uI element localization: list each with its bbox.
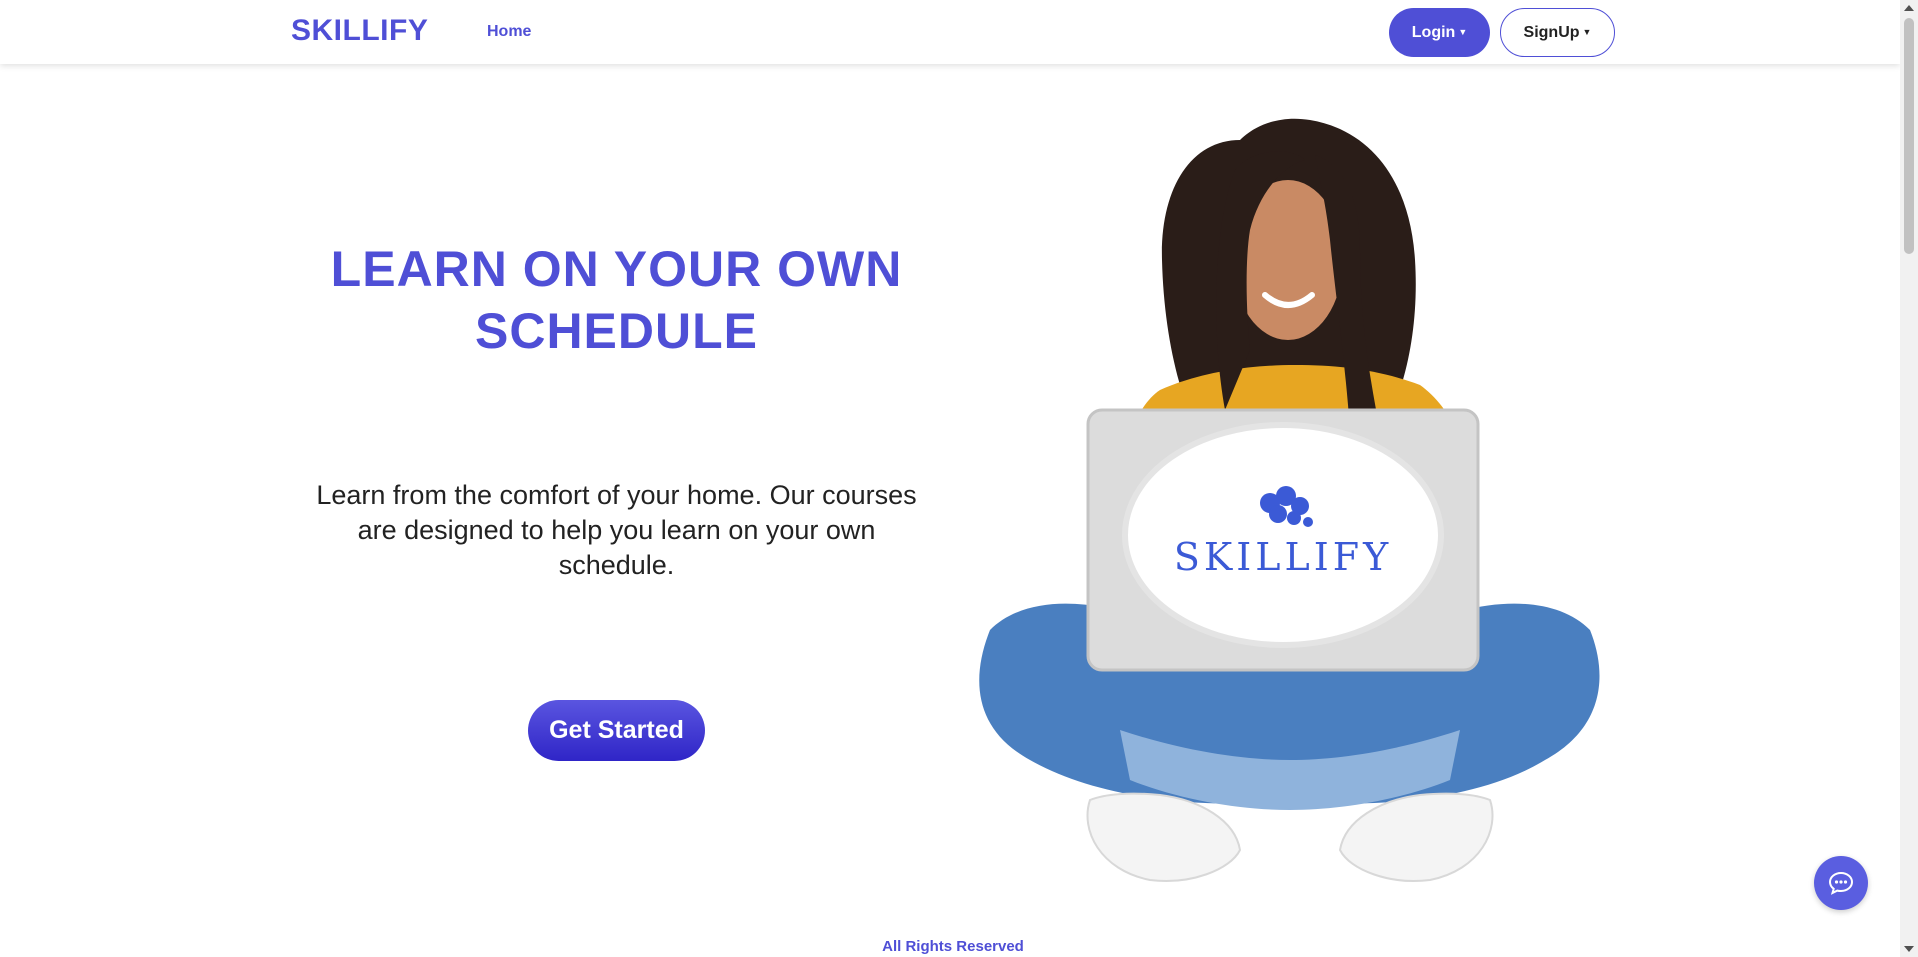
laptop-logo-text: SKILLIFY [1174, 535, 1392, 579]
scroll-up-arrow-icon[interactable] [1904, 5, 1914, 11]
top-navbar: SKILLIFY Home Login ▼ SignUp ▼ [0, 0, 1900, 64]
hero-description: Learn from the comfort of your home. Our… [316, 480, 917, 580]
hero-title: LEARN ON YOUR OWN SCHEDULE [330, 241, 903, 359]
vertical-scrollbar[interactable] [1900, 0, 1918, 957]
nav-link-home[interactable]: Home [487, 23, 531, 41]
scroll-down-arrow-icon[interactable] [1904, 946, 1914, 952]
get-started-button[interactable]: Get Started [528, 700, 705, 761]
signup-dropdown-button[interactable]: SignUp ▼ [1500, 8, 1615, 57]
scroll-thumb[interactable] [1904, 18, 1914, 254]
signup-label: SignUp [1523, 23, 1580, 41]
login-dropdown-button[interactable]: Login ▼ [1389, 8, 1490, 57]
brand-logo[interactable]: SKILLIFY [291, 14, 428, 48]
login-label: Login [1411, 23, 1456, 41]
caret-down-icon: ▼ [1458, 26, 1468, 37]
caret-down-icon: ▼ [1582, 26, 1592, 37]
chat-button[interactable] [1814, 856, 1868, 910]
chat-bubble-icon [1828, 871, 1854, 895]
hero-woman-laptop-image: SKILLIFY [979, 118, 1600, 882]
footer-copyright: All Rights Reserved [882, 938, 1024, 955]
